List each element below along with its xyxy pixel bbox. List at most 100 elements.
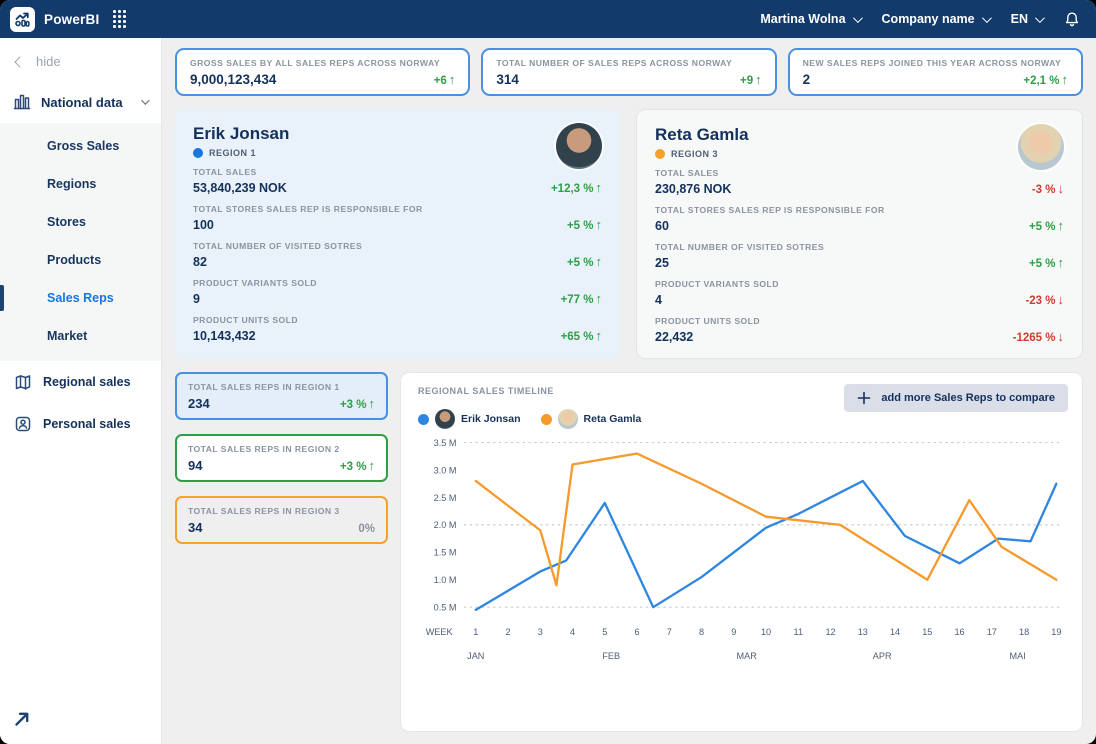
kpi-delta: +6↑ bbox=[434, 72, 456, 87]
sidebar-hide-button[interactable]: hide bbox=[0, 38, 161, 81]
svg-text:6: 6 bbox=[634, 627, 639, 637]
sidebar-item-regions[interactable]: Regions bbox=[0, 165, 161, 203]
main-content: GROSS SALES BY ALL SALES REPS ACROSS NOR… bbox=[162, 38, 1096, 744]
trend-up-icon: ↑ bbox=[449, 72, 456, 87]
kpi-value: 9,000,123,434 bbox=[190, 72, 276, 87]
stat-total-stores: TOTAL STORES SALES REP IS RESPONSIBLE FO… bbox=[655, 205, 1064, 233]
trend-up-icon: ↑ bbox=[1061, 72, 1068, 87]
sidebar-item-personal-sales[interactable]: Personal sales bbox=[0, 403, 161, 445]
svg-text:MAI: MAI bbox=[1010, 651, 1026, 661]
region-totals-column: TOTAL SALES REPS IN REGION 1 234 +3 %↑ T… bbox=[175, 372, 388, 732]
chevron-down-icon bbox=[852, 13, 862, 23]
kpi-delta: +9↑ bbox=[740, 72, 762, 87]
rep-card-reta-gamla: Reta Gamla REGION 3 TOTAL SALES 230,876 … bbox=[636, 109, 1083, 359]
bell-icon[interactable] bbox=[1064, 11, 1080, 28]
chevron-left-icon bbox=[14, 56, 25, 67]
legend-item-erik[interactable]: Erik Jonsan bbox=[418, 409, 521, 429]
stat-product-units: PRODUCT UNITS SOLD 22,432-1265 %↓ bbox=[655, 316, 1064, 344]
svg-text:JAN: JAN bbox=[467, 651, 484, 661]
rep-region-label: REGION 3 bbox=[671, 149, 718, 159]
brand-name: PowerBI bbox=[44, 12, 99, 27]
sidebar-submenu: Gross Sales Regions Stores Products Sale… bbox=[0, 123, 161, 361]
rep-name: Erik Jonsan bbox=[193, 124, 602, 144]
stat-total-sales: TOTAL SALES 230,876 NOK-3 %↓ bbox=[655, 168, 1064, 196]
chevron-down-icon bbox=[1035, 13, 1045, 23]
rep-region-label: REGION 1 bbox=[209, 148, 256, 158]
trend-up-icon: ↑ bbox=[596, 217, 603, 232]
rep-card-erik-jonsan: Erik Jonsan REGION 1 TOTAL SALES 53,840,… bbox=[175, 109, 620, 359]
trend-down-icon: ↓ bbox=[1058, 329, 1065, 344]
language-menu[interactable]: EN bbox=[1011, 12, 1042, 26]
svg-text:14: 14 bbox=[890, 627, 900, 637]
language-code: EN bbox=[1011, 12, 1028, 26]
svg-text:FEB: FEB bbox=[602, 651, 620, 661]
svg-text:1.0 M: 1.0 M bbox=[434, 575, 457, 585]
svg-text:12: 12 bbox=[825, 627, 835, 637]
link-label: Regional sales bbox=[43, 375, 131, 389]
sidebar-item-regional-sales[interactable]: Regional sales bbox=[0, 361, 161, 403]
svg-text:19: 19 bbox=[1051, 627, 1061, 637]
avatar bbox=[556, 123, 602, 169]
sidebar-item-products[interactable]: Products bbox=[0, 241, 161, 279]
chevron-down-icon bbox=[982, 13, 992, 23]
kpi-label: TOTAL NUMBER OF SALES REPS ACROSS NORWAY bbox=[496, 58, 761, 68]
sales-rep-cards: Erik Jonsan REGION 1 TOTAL SALES 53,840,… bbox=[175, 109, 1083, 359]
trend-up-icon: ↑ bbox=[596, 291, 603, 306]
svg-text:5: 5 bbox=[602, 627, 607, 637]
stat-product-units: PRODUCT UNITS SOLD 10,143,432+65 %↑ bbox=[193, 315, 602, 343]
trend-down-icon: ↓ bbox=[1058, 181, 1065, 196]
stat-visited-stores: TOTAL NUMBER OF VISITED SOTRES 25+5 %↑ bbox=[655, 242, 1064, 270]
stat-visited-stores: TOTAL NUMBER OF VISITED SOTRES 82+5 %↑ bbox=[193, 241, 602, 269]
sidebar-section-national-data[interactable]: National data bbox=[0, 81, 161, 123]
legend-dot bbox=[418, 414, 429, 425]
kpi-row: GROSS SALES BY ALL SALES REPS ACROSS NOR… bbox=[175, 48, 1083, 96]
stat-product-variants: PRODUCT VARIANTS SOLD 4-23 %↓ bbox=[655, 279, 1064, 307]
person-badge-icon bbox=[14, 415, 32, 433]
trend-down-icon: ↓ bbox=[1058, 292, 1065, 307]
chart-legend: Erik Jonsan Reta Gamla bbox=[418, 409, 1065, 429]
svg-text:1: 1 bbox=[473, 627, 478, 637]
svg-text:4: 4 bbox=[570, 627, 575, 637]
section-label: National data bbox=[41, 95, 123, 110]
app-window: PowerBI Martina Wolna Company name EN bbox=[0, 0, 1096, 744]
region-dot bbox=[655, 149, 665, 159]
rep-name: Reta Gamla bbox=[655, 125, 1064, 145]
svg-text:APR: APR bbox=[873, 651, 892, 661]
apps-grid-icon[interactable] bbox=[113, 10, 126, 28]
bar-chart-icon bbox=[13, 93, 31, 111]
top-navbar: PowerBI Martina Wolna Company name EN bbox=[0, 0, 1096, 38]
kpi-value: 2 bbox=[803, 72, 811, 87]
svg-text:MAR: MAR bbox=[737, 651, 758, 661]
svg-text:9: 9 bbox=[731, 627, 736, 637]
sidebar-item-stores[interactable]: Stores bbox=[0, 203, 161, 241]
external-arrow-icon[interactable] bbox=[12, 709, 32, 734]
svg-text:8: 8 bbox=[699, 627, 704, 637]
user-menu[interactable]: Martina Wolna bbox=[760, 12, 859, 26]
svg-text:10: 10 bbox=[761, 627, 771, 637]
trend-up-icon: ↑ bbox=[1058, 218, 1065, 233]
link-label: Personal sales bbox=[43, 417, 131, 431]
svg-text:3.5 M: 3.5 M bbox=[434, 438, 457, 448]
trend-up-icon: ↑ bbox=[369, 458, 376, 473]
add-sales-reps-button[interactable]: add more Sales Reps to compare bbox=[844, 384, 1068, 412]
svg-text:WEEK: WEEK bbox=[426, 627, 453, 637]
region-dot bbox=[193, 148, 203, 158]
region-total-card-2: TOTAL SALES REPS IN REGION 2 94 +3 %↑ bbox=[175, 434, 388, 482]
legend-item-reta[interactable]: Reta Gamla bbox=[541, 409, 642, 429]
sidebar-item-gross-sales[interactable]: Gross Sales bbox=[0, 127, 161, 165]
trend-up-icon: ↑ bbox=[369, 396, 376, 411]
map-icon bbox=[14, 373, 32, 391]
user-name: Martina Wolna bbox=[760, 12, 845, 26]
company-menu[interactable]: Company name bbox=[882, 12, 989, 26]
svg-text:15: 15 bbox=[922, 627, 932, 637]
svg-text:18: 18 bbox=[1019, 627, 1029, 637]
svg-text:13: 13 bbox=[858, 627, 868, 637]
svg-text:3: 3 bbox=[538, 627, 543, 637]
sidebar-item-market[interactable]: Market bbox=[0, 317, 161, 355]
avatar bbox=[435, 409, 455, 429]
sidebar-item-sales-reps[interactable]: Sales Reps bbox=[0, 279, 161, 317]
kpi-card-gross-sales: GROSS SALES BY ALL SALES REPS ACROSS NOR… bbox=[175, 48, 470, 96]
kpi-value: 314 bbox=[496, 72, 519, 87]
chevron-down-icon bbox=[141, 96, 149, 104]
svg-text:16: 16 bbox=[954, 627, 964, 637]
